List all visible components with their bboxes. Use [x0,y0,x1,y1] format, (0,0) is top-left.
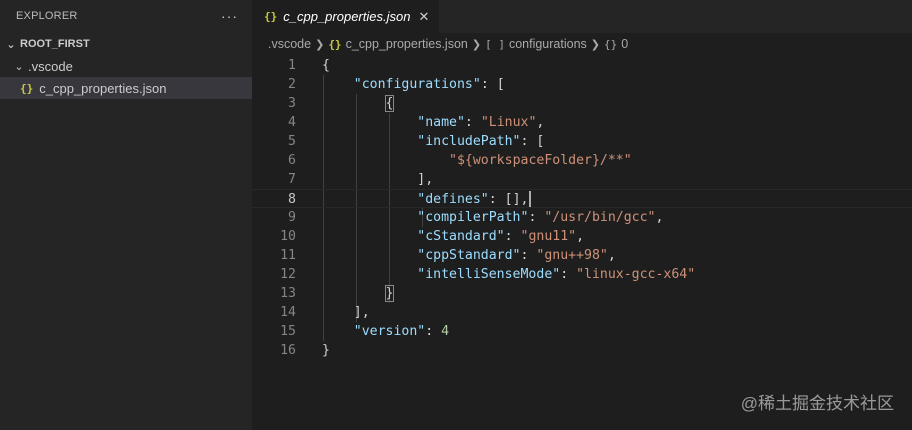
code-line: 5 "includePath": [ [252,132,912,151]
chevron-right-icon: ❯ [471,38,482,51]
json-string: "linux-gcc-x64" [576,267,696,282]
json-key: "configurations" [353,77,481,92]
explorer-header: EXPLORER ··· [0,0,252,32]
chevron-down-icon: ⌄ [14,60,24,73]
code-line: 16} [252,341,912,360]
file-label: c_cpp_properties.json [39,80,167,96]
tab-bar: {} c_cpp_properties.json ✕ [252,0,912,33]
line-number: 16 [280,343,296,358]
line-number: 13 [280,286,296,301]
tree-file-c-cpp-properties[interactable]: {} c_cpp_properties.json [0,77,252,99]
array-icon: [ ] [485,37,505,51]
json-string: "Linux" [480,115,537,130]
breadcrumb-item-index[interactable]: 0 [621,37,628,51]
code-line: 13 } [252,284,912,303]
tree-folder-vscode[interactable]: ⌄ .vscode [0,55,252,77]
code-line: 2 "configurations": [ [252,75,912,94]
json-key: "compilerPath" [417,210,529,225]
code-line: 1{ [252,56,912,75]
line-number: 8 [288,192,296,207]
breadcrumb-item-vscode[interactable]: .vscode [268,37,311,51]
close-icon[interactable]: ✕ [418,9,429,25]
watermark: @稀土掘金技术社区 [740,394,894,413]
chevron-right-icon: ❯ [315,38,325,51]
chevron-right-icon: ❯ [590,38,600,51]
line-number: 1 [288,58,296,73]
code-line: 11 "cppStandard": "gnu++98", [252,246,912,265]
line-number: 3 [288,96,296,111]
code-line: 14 ], [252,303,912,322]
json-key: "defines" [417,192,489,207]
code-editor[interactable]: 1{ 2 "configurations": [ 3 { 4 "name": "… [252,56,912,360]
tab-label: c_cpp_properties.json [283,9,411,24]
json-key: "includePath" [417,134,521,149]
line-number: 6 [288,153,296,168]
root-folder-label: ROOT_FIRST [20,38,90,50]
code-line-active: 8 "defines": [], [252,189,912,208]
json-file-icon: {} [328,37,342,51]
object-icon: {} [604,37,618,51]
explorer-title: EXPLORER [16,10,78,22]
breadcrumb-item-file[interactable]: c_cpp_properties.json [346,37,468,51]
json-string: "/usr/bin/gcc" [544,210,656,225]
explorer-sidebar: EXPLORER ··· ⌄ ROOT_FIRST ⌄ .vscode {} c… [0,0,252,430]
json-file-icon: {} [264,10,278,23]
breadcrumb: .vscode ❯ {} c_cpp_properties.json ❯ [ ]… [252,33,912,55]
json-key: "cppStandard" [417,248,521,263]
line-number: 10 [280,229,296,244]
text-cursor [529,191,532,207]
code-line: 10 "cStandard": "gnu11", [252,227,912,246]
chevron-down-icon: ⌄ [6,38,16,51]
line-number: 14 [280,305,296,320]
tree-root-folder[interactable]: ⌄ ROOT_FIRST [0,33,252,55]
code-line: 9 "compilerPath": "/usr/bin/gcc", [252,208,912,227]
json-key: "name" [417,115,465,130]
line-number: 9 [288,210,296,225]
code-line: 12 "intelliSenseMode": "linux-gcc-x64" [252,265,912,284]
line-number: 7 [288,172,296,187]
code-line: 3 { [252,94,912,113]
code-line: 7 ], [252,170,912,189]
code-line: 15 "version": 4 [252,322,912,341]
json-string: "gnu11" [520,229,577,244]
json-number: 4 [441,324,450,339]
tab-c-cpp-properties[interactable]: {} c_cpp_properties.json ✕ [252,0,440,33]
json-file-icon: {} [20,81,34,95]
editor-area: {} c_cpp_properties.json ✕ .vscode ❯ {} … [252,0,912,430]
json-string: "${workspaceFolder}/**" [449,153,632,168]
code-line: 4 "name": "Linux", [252,113,912,132]
line-number: 2 [288,77,296,92]
line-number: 12 [280,267,296,282]
more-actions-icon[interactable]: ··· [221,8,238,24]
json-key: "intelliSenseMode" [417,267,561,282]
line-number: 5 [288,134,296,149]
json-key: "version" [353,324,426,339]
folder-label: .vscode [28,58,73,74]
code-line: 6 "${workspaceFolder}/**" [252,151,912,170]
line-number: 11 [280,248,296,263]
json-key: "cStandard" [417,229,505,244]
json-string: "gnu++98" [536,248,608,263]
breadcrumb-item-configurations[interactable]: configurations [509,37,587,51]
line-number: 4 [288,115,296,130]
line-number: 15 [280,324,296,339]
